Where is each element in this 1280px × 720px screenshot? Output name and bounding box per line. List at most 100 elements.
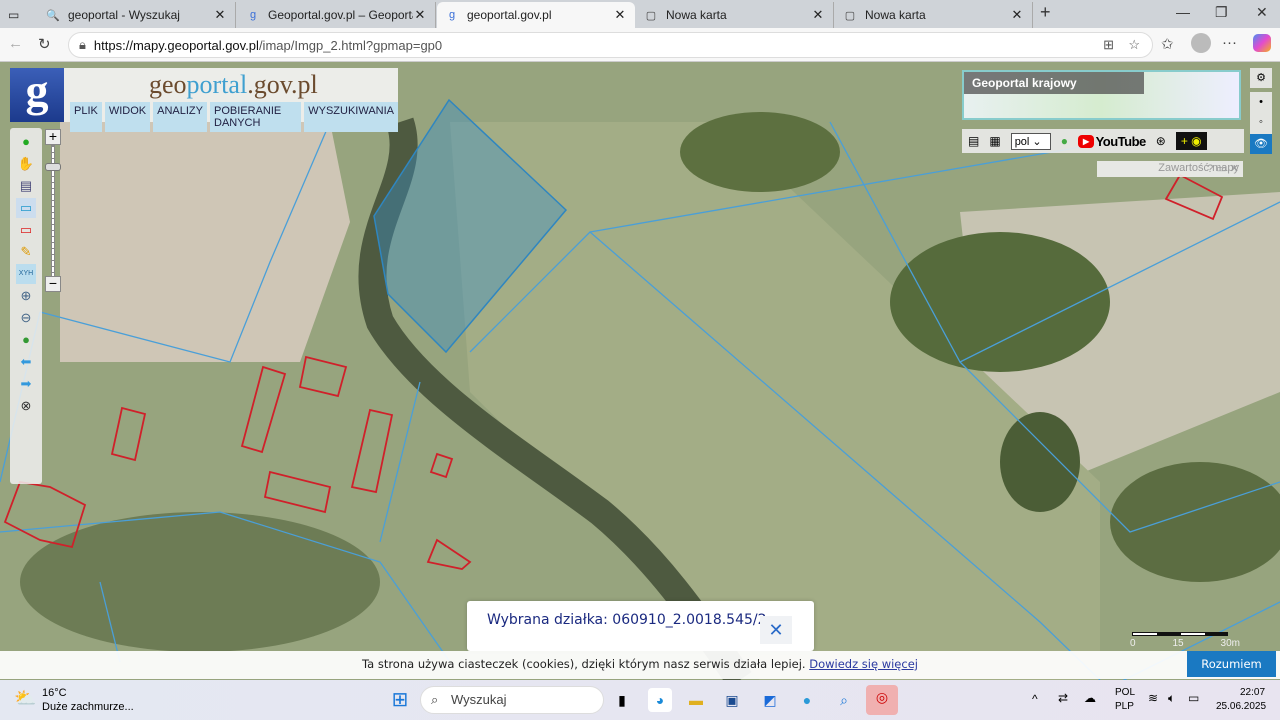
youtube-link[interactable]: ▶ YouTube xyxy=(1077,134,1146,149)
map-canvas[interactable]: g geoportal.gov.pl PLIK WIDOK ANALIZY PO… xyxy=(0,62,1280,680)
close-icon[interactable]: ✕ xyxy=(1010,7,1024,23)
panel-help-button[interactable]: ? xyxy=(1207,163,1213,175)
zoom-knob[interactable] xyxy=(45,163,61,171)
back-icon[interactable]: ← xyxy=(8,35,23,52)
task-view-icon[interactable]: ▮ xyxy=(610,688,634,712)
tab-icon: ▢ xyxy=(844,9,856,22)
search-app-icon[interactable]: ⌕ xyxy=(832,688,856,712)
start-icon[interactable]: ⊞ xyxy=(388,688,412,712)
menu-pobieranie-danych[interactable]: POBIERANIE DANYCH xyxy=(210,102,302,132)
copilot-icon[interactable] xyxy=(1253,34,1271,52)
selected-parcel-text: Wybrana działka: 060910_2.0018.545/2 xyxy=(487,612,767,628)
more-icon[interactable]: ··· xyxy=(1222,34,1237,51)
store-icon[interactable]: ▣ xyxy=(720,688,744,712)
tab-geoportal[interactable]: g geoportal.gov.pl ✕ xyxy=(437,2,635,28)
list-icon[interactable]: ▤ xyxy=(968,134,979,148)
close-icon[interactable]: ✕ xyxy=(413,7,427,23)
taskbar-search[interactable]: ⌕ Wyszukaj xyxy=(420,686,604,714)
weather-text[interactable]: Duże zachmurze... xyxy=(42,701,134,713)
close-window-button[interactable]: ✕ xyxy=(1256,4,1268,21)
wmc-icon[interactable]: ▦ xyxy=(989,134,1000,148)
bare-field xyxy=(60,122,350,362)
zoom-minus-button[interactable]: − xyxy=(45,276,61,292)
edge-icon[interactable]: ◕ xyxy=(648,688,672,712)
top-toolbar: ▤ ▦ pol ⌄ ● ▶ YouTube ⊛ + ◉ xyxy=(962,129,1244,153)
select-building-icon[interactable]: ▭ xyxy=(16,220,36,240)
network-switch-icon[interactable]: ⇄ xyxy=(1058,691,1068,705)
outlook-icon[interactable]: ◩ xyxy=(758,688,782,712)
info-icon[interactable]: ● xyxy=(16,132,36,152)
full-extent-icon[interactable]: ⊗ xyxy=(16,396,36,416)
volume-icon[interactable]: 🔈︎ xyxy=(1168,691,1175,706)
overview-minimap[interactable]: Geoportal krajowy xyxy=(962,70,1241,120)
cookie-learn-more-link[interactable]: Dowiedz się więcej xyxy=(809,657,918,671)
visibility-eye-icon[interactable]: 👁︎ xyxy=(1250,134,1272,154)
settings-gear-icon[interactable]: ⚙ xyxy=(1250,68,1272,88)
accessibility-icon[interactable]: ⊛ xyxy=(1156,134,1166,148)
tab-search[interactable]: 🔍 geoportal - Wyszukaj ✕ xyxy=(38,2,236,28)
temperature[interactable]: 16°C xyxy=(42,687,67,699)
restore-button[interactable]: ❐ xyxy=(1215,4,1228,21)
geoportal-logo[interactable]: g xyxy=(10,68,64,122)
active-app-icon[interactable]: ◎ xyxy=(866,685,898,715)
favorites-icon[interactable]: ✩ xyxy=(1161,35,1174,53)
zoom-plus-button[interactable]: + xyxy=(45,129,61,145)
menu-analizy[interactable]: ANALIZY xyxy=(153,102,207,132)
tray-chevron-icon[interactable]: ^ xyxy=(1032,692,1038,706)
close-popup-button[interactable]: ✕ xyxy=(760,616,792,644)
help-icon[interactable]: ● xyxy=(1061,134,1068,148)
zoom-in-icon[interactable]: ⊕ xyxy=(16,286,36,306)
wifi-icon[interactable]: ≋ xyxy=(1148,691,1158,705)
pencil-icon[interactable]: ✎ xyxy=(16,242,36,262)
tab-actions-button[interactable]: ▭ xyxy=(0,2,30,28)
clock-date[interactable]: 25.06.2025 xyxy=(1216,701,1266,712)
file-explorer-icon[interactable]: ▬ xyxy=(684,688,708,712)
app-header: geoportal.gov.pl PLIK WIDOK ANALIZY POBI… xyxy=(64,68,398,132)
minimize-button[interactable]: — xyxy=(1176,4,1190,20)
close-icon[interactable]: ✕ xyxy=(213,7,227,23)
clock-time[interactable]: 22:07 xyxy=(1240,687,1265,698)
geoportal-icon: g xyxy=(448,9,456,21)
scale-labels: 0 15 30m xyxy=(1130,638,1240,649)
pan-hand-icon[interactable]: ✋ xyxy=(16,154,36,174)
weather-icon[interactable]: ⛅ xyxy=(14,688,36,709)
map-content-panel[interactable]: Zawartość mapy? ▭ ✕ xyxy=(1097,161,1243,177)
url-input[interactable]: 🔒︎ https://mapy.geoportal.gov.pl/imap/Img… xyxy=(68,32,1153,58)
menu-widok[interactable]: WIDOK xyxy=(104,102,151,132)
menu-wyszukiwania[interactable]: WYSZUKIWANIA xyxy=(304,102,398,132)
forward-arrow-icon[interactable]: ➡ xyxy=(16,374,36,394)
tab-new-2[interactable]: ▢ Nowa karta ✕ xyxy=(835,2,1033,28)
keyboard-layout[interactable]: PLP xyxy=(1115,701,1134,712)
xyh-icon[interactable]: XYH xyxy=(16,264,36,284)
close-icon[interactable]: ✕ xyxy=(613,7,627,23)
reload-icon[interactable]: ↻ xyxy=(38,35,51,53)
cookie-accept-button[interactable]: Rozumiem xyxy=(1187,651,1276,677)
language-indicator[interactable]: POL xyxy=(1115,687,1135,698)
main-menu: PLIK WIDOK ANALIZY POBIERANIE DANYCH WYS… xyxy=(70,102,398,132)
language-select[interactable]: pol ⌄ xyxy=(1010,132,1051,150)
minimap-toggle[interactable]: • ◦ xyxy=(1250,92,1272,136)
tab-new-1[interactable]: ▢ Nowa karta ✕ xyxy=(636,2,834,28)
onedrive-icon[interactable]: ☁ xyxy=(1084,691,1096,705)
favorite-star-icon[interactable]: ☆ xyxy=(1128,37,1140,53)
zoom-slider[interactable]: + − xyxy=(45,129,61,294)
scale-bar xyxy=(1132,632,1228,636)
profile-avatar[interactable] xyxy=(1191,33,1211,53)
panel-controls: ? ▭ ✕ xyxy=(1207,163,1239,175)
globe-icon[interactable]: ● xyxy=(16,330,36,350)
tab-geoportal-infra[interactable]: gGeoportal.gov.pl – Geoportal Infra✕ xyxy=(238,2,436,28)
legend-icon[interactable]: ▤ xyxy=(16,176,36,196)
app-icon[interactable]: ⊞ xyxy=(1103,37,1114,53)
battery-icon[interactable]: ▭ xyxy=(1188,691,1199,705)
tab-bar: ▭ 🔍 geoportal - Wyszukaj ✕ g Geoportal.gov.… xyxy=(0,0,1280,28)
app-icon[interactable]: ● xyxy=(795,688,819,712)
menu-plik[interactable]: PLIK xyxy=(70,102,102,132)
zoom-out-icon[interactable]: ⊖ xyxy=(16,308,36,328)
back-arrow-icon[interactable]: ⬅ xyxy=(16,352,36,372)
close-icon[interactable]: ✕ xyxy=(811,7,825,23)
lock-icon: 🔒︎ xyxy=(79,37,86,52)
aerial-map xyxy=(0,62,1280,680)
new-tab-button[interactable]: + xyxy=(1040,2,1051,23)
contrast-toggle[interactable]: + ◉ xyxy=(1175,132,1207,150)
select-parcel-icon[interactable]: ▭ xyxy=(16,198,36,218)
